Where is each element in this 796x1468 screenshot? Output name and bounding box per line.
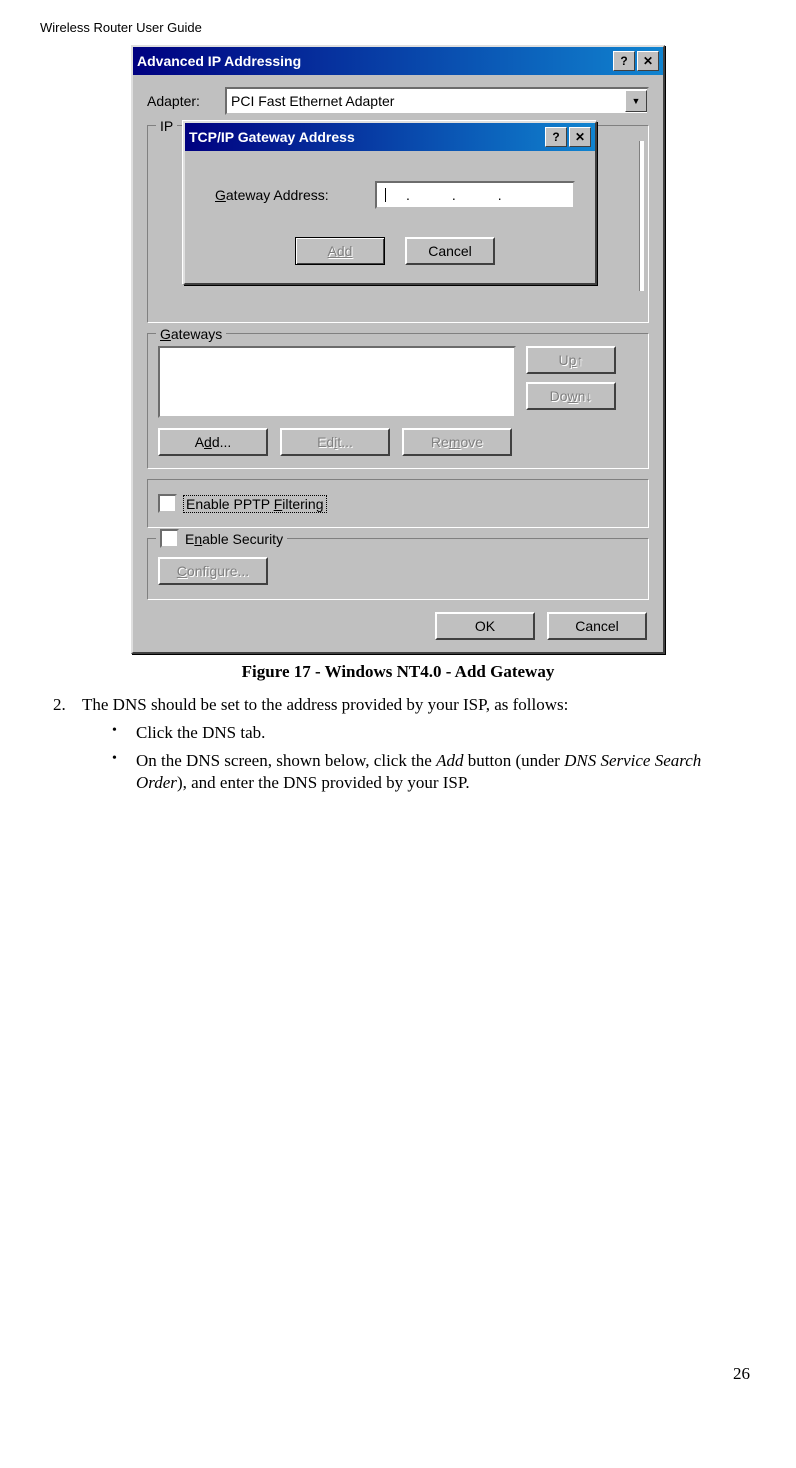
body-text: The DNS should be set to the address pro… (40, 694, 756, 794)
page-number: 26 (40, 1364, 756, 1384)
adapter-label: Adapter: (147, 93, 217, 109)
security-groupbox: Enable Security Configure... (147, 538, 649, 600)
ok-button[interactable]: OK (435, 612, 535, 640)
help-button[interactable]: ? (613, 51, 635, 71)
cancel-button[interactable]: Cancel (547, 612, 647, 640)
bullet-item: On the DNS screen, shown below, click th… (112, 750, 756, 794)
inner-titlebar: TCP/IP Gateway Address ? ✕ (185, 123, 595, 151)
gateway-address-input[interactable]: ... (375, 181, 575, 209)
inner-cancel-button[interactable]: Cancel (405, 237, 495, 265)
close-button[interactable]: ✕ (637, 51, 659, 71)
gateways-remove-button[interactable]: Remove (402, 428, 512, 456)
gateways-listbox[interactable] (158, 346, 516, 418)
ip-groupbox: IP TCP/IP Gateway Address ? ✕ Ga (147, 125, 649, 323)
inner-close-button[interactable]: ✕ (569, 127, 591, 147)
text-cursor-icon (385, 188, 386, 202)
inner-add-button[interactable]: Add (295, 237, 385, 265)
ip-group-label: IP (156, 118, 177, 134)
inner-help-button[interactable]: ? (545, 127, 567, 147)
gateways-label: Gateways (156, 326, 226, 342)
pptp-groupbox: Enable PPTP Filtering (147, 479, 649, 528)
gateway-address-label: Gateway Address: (215, 187, 365, 203)
down-button[interactable]: Down↓ (526, 382, 616, 410)
gateways-groupbox: Gateways Up↑ Down↓ Add... Edit... Remove (147, 333, 649, 469)
configure-button[interactable]: Configure... (158, 557, 268, 585)
gateway-address-dialog: TCP/IP Gateway Address ? ✕ Gateway Addre… (183, 121, 597, 285)
outer-title: Advanced IP Addressing (137, 53, 613, 69)
document-header: Wireless Router User Guide (40, 20, 756, 35)
up-button[interactable]: Up↑ (526, 346, 616, 374)
outer-titlebar: Advanced IP Addressing ? ✕ (133, 47, 663, 75)
security-label: Enable Security (185, 531, 283, 547)
pptp-checkbox[interactable] (158, 494, 177, 513)
gateways-edit-button[interactable]: Edit... (280, 428, 390, 456)
figure-caption: Figure 17 - Windows NT4.0 - Add Gateway (40, 662, 756, 682)
step-item: The DNS should be set to the address pro… (70, 694, 756, 794)
adapter-combobox[interactable]: PCI Fast Ethernet Adapter ▼ (225, 87, 649, 115)
advanced-ip-dialog: Advanced IP Addressing ? ✕ Adapter: PCI … (131, 45, 665, 654)
inner-title: TCP/IP Gateway Address (189, 129, 545, 145)
security-checkbox[interactable] (160, 529, 179, 548)
combobox-arrow-icon[interactable]: ▼ (625, 90, 647, 112)
bullet-item: Click the DNS tab. (112, 722, 756, 744)
figure-container: Advanced IP Addressing ? ✕ Adapter: PCI … (40, 45, 756, 654)
gateways-add-button[interactable]: Add... (158, 428, 268, 456)
adapter-value: PCI Fast Ethernet Adapter (231, 93, 625, 109)
pptp-label: Enable PPTP Filtering (183, 495, 327, 513)
